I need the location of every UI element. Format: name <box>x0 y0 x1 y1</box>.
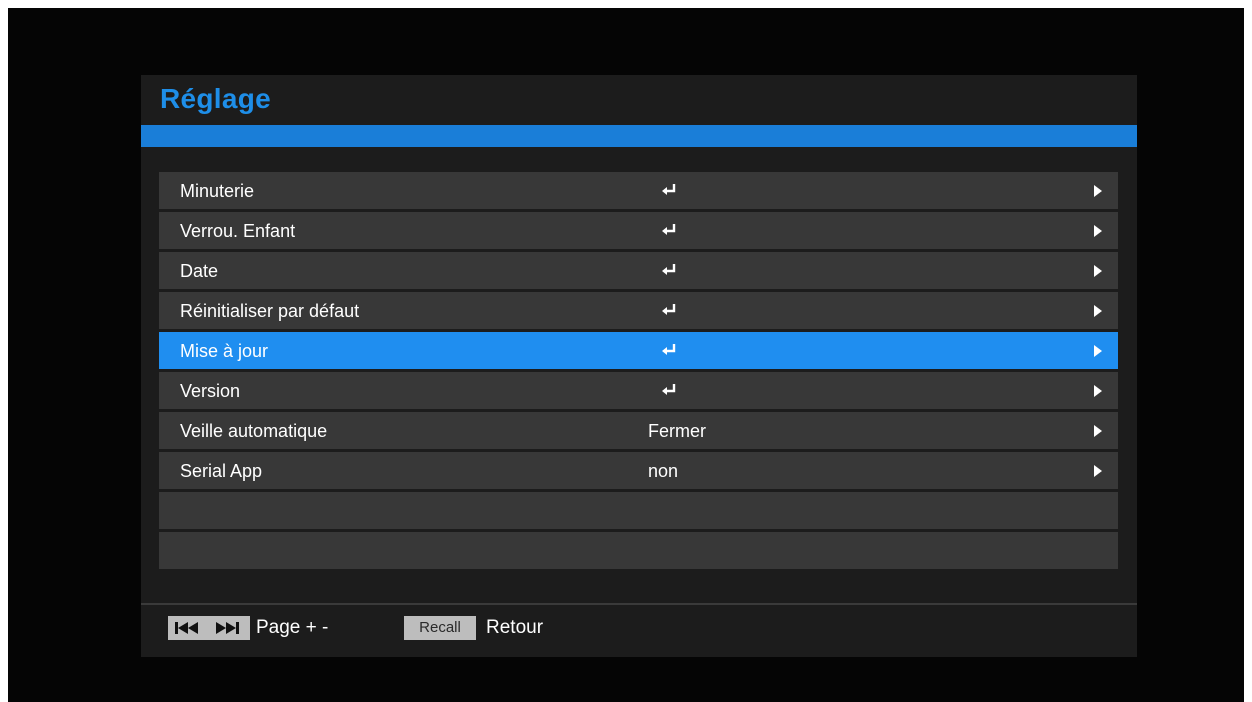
menu-item-value: non <box>648 461 679 481</box>
menu-item-empty <box>159 492 1118 529</box>
enter-icon <box>662 264 676 275</box>
page-key-badge <box>168 616 250 640</box>
menu-item-value: Fermer <box>648 421 706 441</box>
enter-icon <box>662 304 676 315</box>
tv-screen: Réglage Minuterie Verrou. Enfant Date Ré… <box>8 8 1244 702</box>
menu-item-veille-automatique[interactable]: Veille automatique Fermer <box>159 412 1118 449</box>
menu-item-label: Minuterie <box>180 181 255 201</box>
footer-divider <box>141 603 1137 605</box>
menu-item-empty <box>159 532 1118 569</box>
arrow-right-icon <box>1094 385 1102 397</box>
menu-item-verrou-enfant[interactable]: Verrou. Enfant <box>159 212 1118 249</box>
arrow-right-icon <box>1094 465 1102 477</box>
menu-item-date[interactable]: Date <box>159 252 1118 289</box>
menu-item-serial-app[interactable]: Serial App non <box>159 452 1118 489</box>
arrow-right-icon <box>1094 225 1102 237</box>
menu-item-label: Veille automatique <box>180 421 328 441</box>
recall-key-badge: Recall <box>404 616 476 640</box>
menu-item-label: Verrou. Enfant <box>180 221 296 241</box>
menu-item-label: Serial App <box>180 461 263 481</box>
enter-icon <box>662 344 676 355</box>
arrow-right-icon <box>1094 345 1102 357</box>
menu-item-version[interactable]: Version <box>159 372 1118 409</box>
skip-forward-icon <box>216 622 239 634</box>
menu-list: Minuterie Verrou. Enfant Date Réinitiali… <box>159 172 1118 572</box>
menu-item-mise-a-jour[interactable]: Mise à jour <box>159 332 1118 369</box>
menu-item-label: Réinitialiser par défaut <box>180 301 360 321</box>
enter-icon <box>662 184 676 195</box>
menu-item-minuterie[interactable]: Minuterie <box>159 172 1118 209</box>
arrow-right-icon <box>1094 185 1102 197</box>
menu-item-label: Version <box>180 381 241 401</box>
page-title: Réglage <box>160 83 272 114</box>
menu-item-label: Mise à jour <box>180 341 269 361</box>
enter-icon <box>662 384 676 395</box>
arrow-right-icon <box>1094 425 1102 437</box>
menu-item-reinitialiser[interactable]: Réinitialiser par défaut <box>159 292 1118 329</box>
arrow-right-icon <box>1094 305 1102 317</box>
menu-item-label: Date <box>180 261 219 281</box>
skip-back-icon <box>175 622 198 634</box>
page-label: Page + - <box>256 617 329 638</box>
arrow-right-icon <box>1094 265 1102 277</box>
retour-label: Retour <box>486 617 544 638</box>
settings-panel: Réglage Minuterie Verrou. Enfant Date Ré… <box>141 75 1137 657</box>
title-bar <box>141 125 1137 147</box>
enter-icon <box>662 224 676 235</box>
